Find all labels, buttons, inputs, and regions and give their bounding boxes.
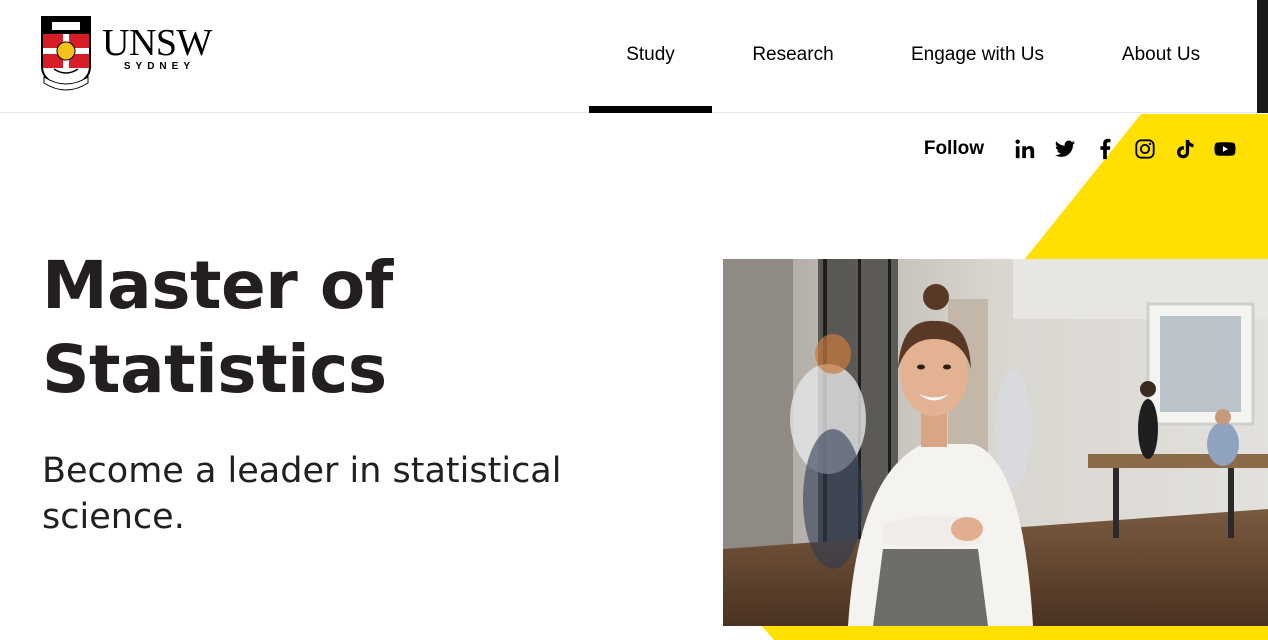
facebook-icon[interactable] [1092, 136, 1118, 162]
nav-item-study[interactable]: Study [589, 0, 712, 113]
tiktok-icon[interactable] [1172, 136, 1198, 162]
follow-label: Follow [923, 138, 984, 159]
nav-item-research[interactable]: Research [712, 0, 874, 113]
logo-wordmark-location: SYDNEY [123, 61, 195, 72]
unsw-logo[interactable]: UNSW SYDNEY [40, 15, 212, 93]
site-header: UNSW SYDNEY Study Research Engage with U… [0, 0, 1258, 113]
unsw-crest-icon [41, 16, 91, 91]
page-subtitle: Become a leader in statistical science. [42, 451, 562, 537]
social-follow-bar: Follow [924, 136, 1238, 162]
main-nav: Study Research Engage with Us About Us [589, 0, 1241, 113]
yellow-accent-bottom [760, 624, 1268, 640]
nav-item-about[interactable]: About Us [1081, 0, 1241, 113]
instagram-icon[interactable] [1132, 136, 1158, 162]
hero-image [723, 259, 1268, 626]
youtube-icon[interactable] [1212, 136, 1238, 162]
nav-item-engage[interactable]: Engage with Us [874, 0, 1081, 113]
logo-wordmark: UNSW SYDNEY [102, 22, 212, 72]
linkedin-icon[interactable] [1012, 136, 1038, 162]
page-title: Master of Statistics [42, 247, 393, 408]
logo-wordmark-name: UNSW [102, 22, 212, 64]
header-edge-strip [1257, 0, 1268, 113]
twitter-icon[interactable] [1052, 136, 1078, 162]
